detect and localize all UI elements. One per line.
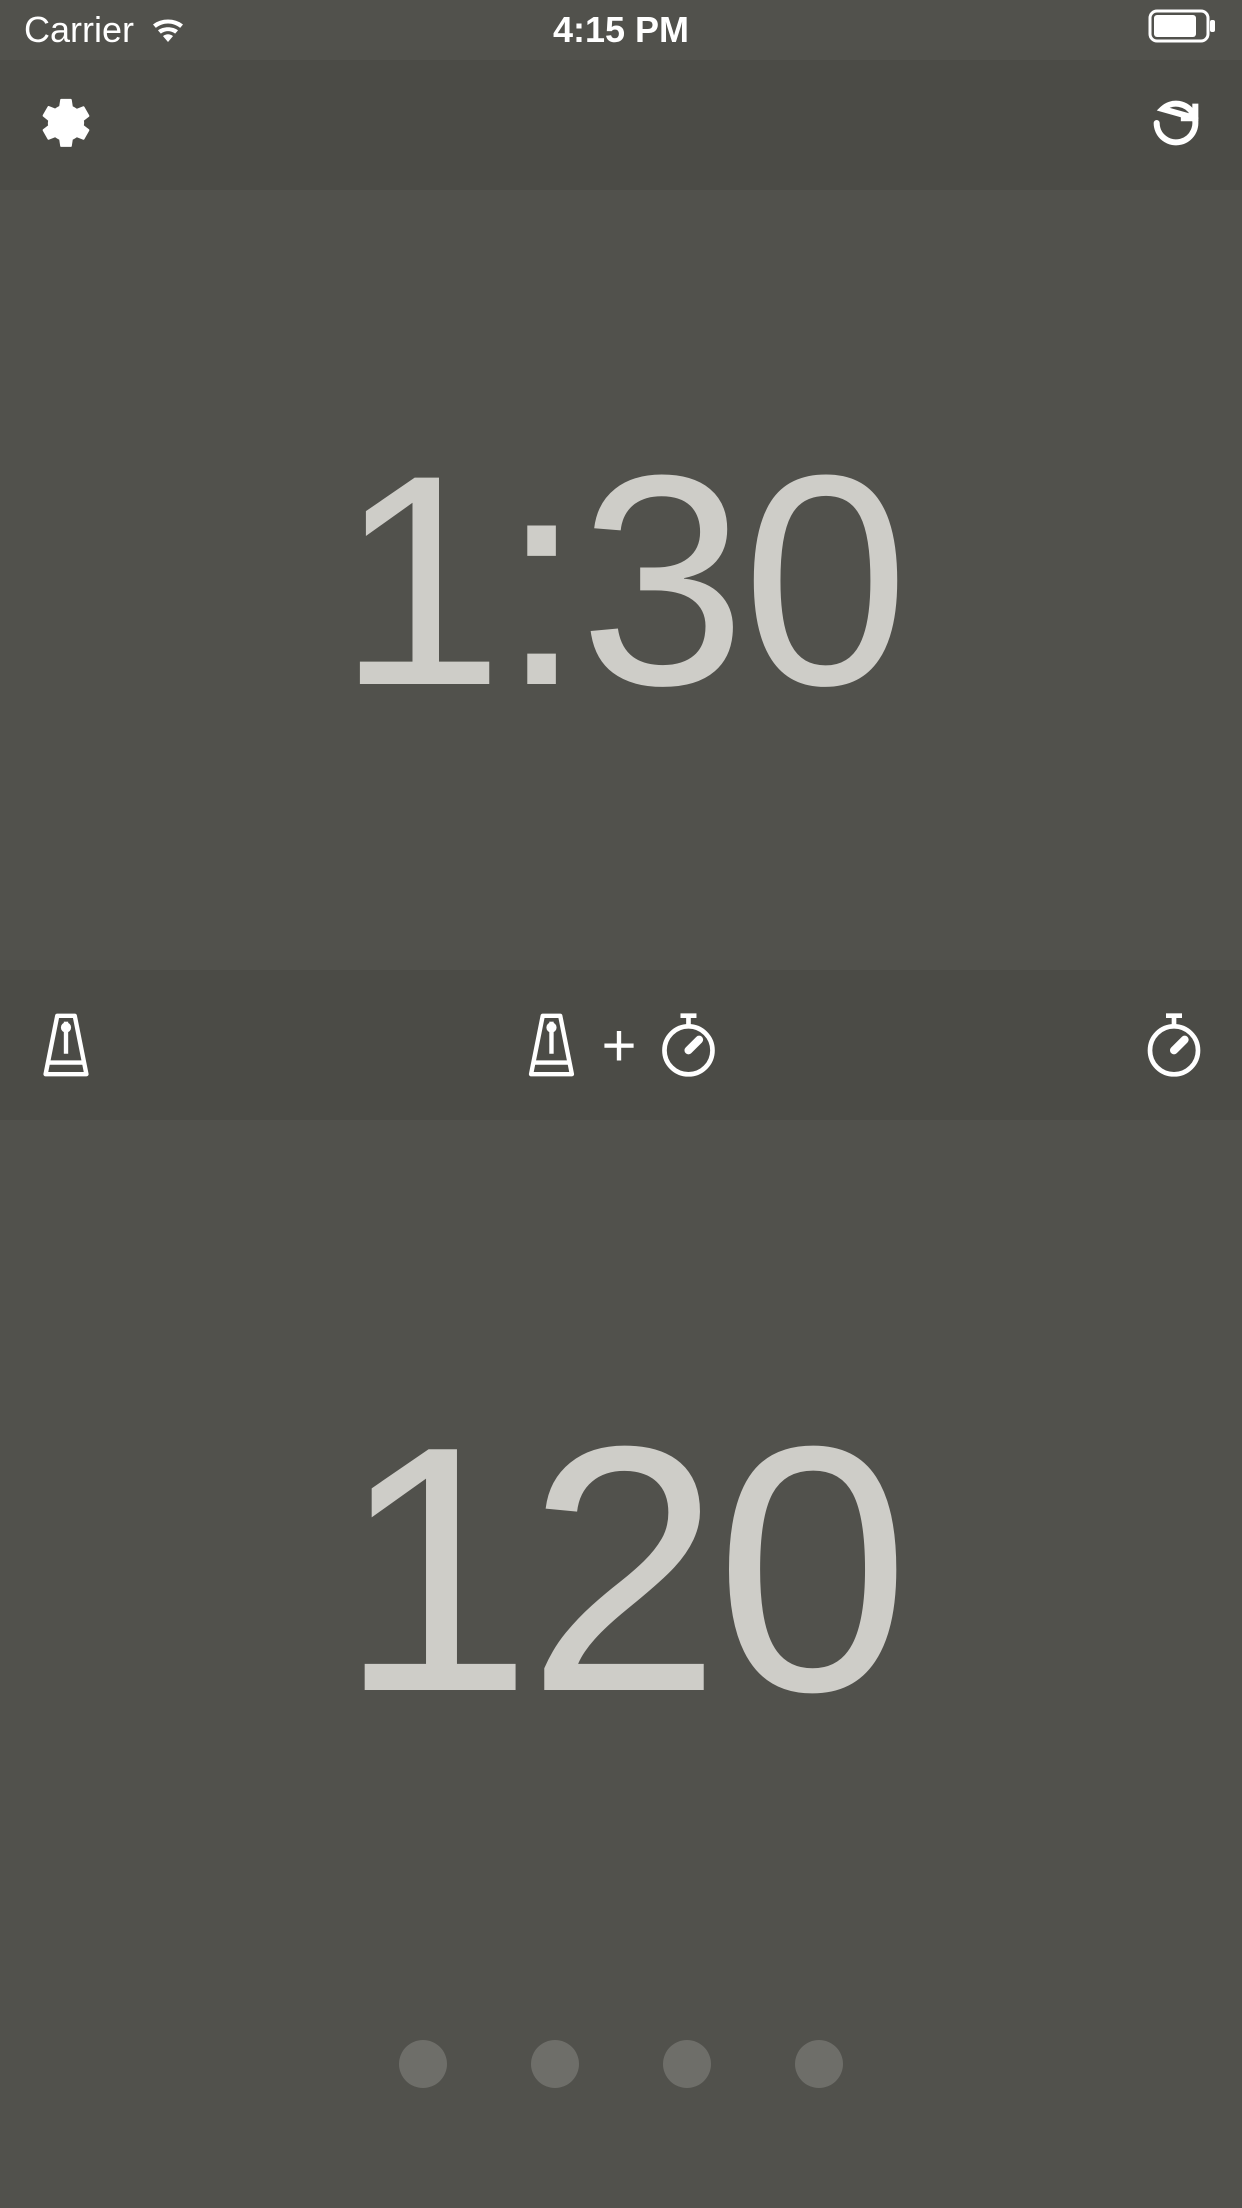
- plus-icon: +: [601, 1011, 636, 1080]
- metronome-icon: [521, 1010, 581, 1080]
- page-dot[interactable]: [531, 2040, 579, 2088]
- timer-display: 1:30: [337, 407, 905, 753]
- mode-combined-button[interactable]: +: [521, 1010, 720, 1080]
- refresh-icon: [1147, 94, 1205, 157]
- nav-bar: [0, 60, 1242, 190]
- status-time: 4:15 PM: [553, 9, 689, 51]
- page-dot[interactable]: [399, 2040, 447, 2088]
- carrier-label: Carrier: [24, 9, 134, 51]
- page-indicator[interactable]: [399, 2040, 843, 2088]
- battery-icon: [1148, 9, 1218, 52]
- status-bar: Carrier 4:15 PM: [0, 0, 1242, 60]
- mode-timer-button[interactable]: [1142, 1010, 1206, 1080]
- stopwatch-icon: [1142, 1010, 1206, 1080]
- timer-panel[interactable]: 1:30: [0, 190, 1242, 970]
- gear-icon: [37, 94, 95, 157]
- metronome-icon: [36, 1010, 96, 1080]
- status-bar-left: Carrier: [24, 9, 188, 51]
- page-dot[interactable]: [663, 2040, 711, 2088]
- reset-button[interactable]: [1146, 95, 1206, 155]
- settings-button[interactable]: [36, 95, 96, 155]
- bpm-display: 120: [338, 1369, 904, 1771]
- bpm-panel[interactable]: 120: [0, 1120, 1242, 2020]
- wifi-icon: [148, 9, 188, 51]
- stopwatch-icon: [657, 1010, 721, 1080]
- mode-bar: +: [0, 970, 1242, 1120]
- mode-metronome-button[interactable]: [36, 1010, 96, 1080]
- page-dot[interactable]: [795, 2040, 843, 2088]
- status-bar-right: [1148, 9, 1218, 52]
